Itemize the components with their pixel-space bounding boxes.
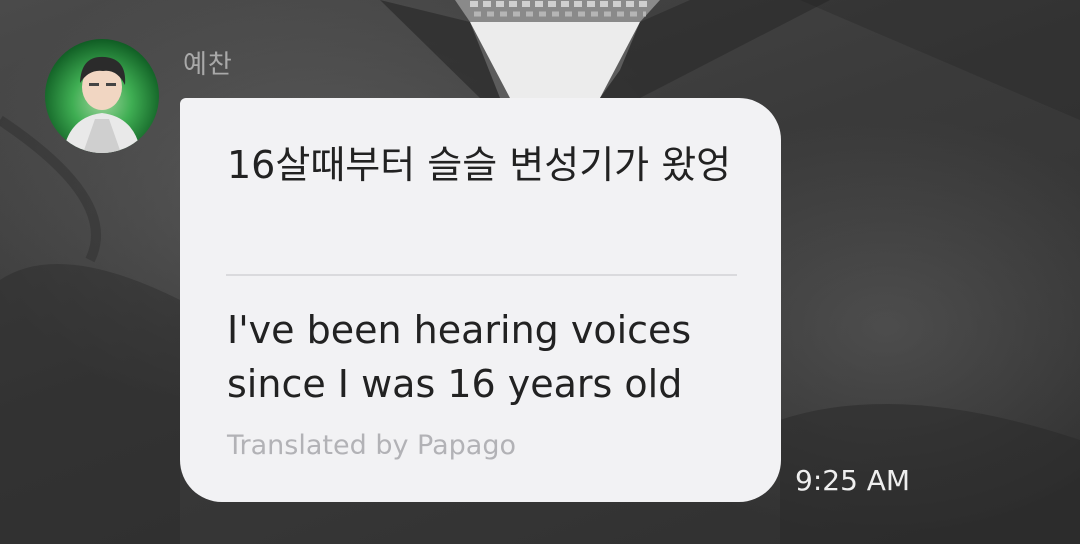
translation-divider [226, 274, 737, 276]
sender-name: 예찬 [183, 50, 233, 80]
sender-avatar[interactable] [45, 39, 159, 153]
message-timestamp: 9:25 AM [795, 464, 911, 497]
translation-credit: Translated by Papago [227, 430, 516, 461]
original-message-text: 16살때부터 슬슬 변성기가 왔엉 [227, 143, 732, 187]
avatar-photo-icon [63, 56, 141, 153]
translated-message-text: I've been hearing voices since I was 16 … [227, 308, 692, 406]
message-bubble[interactable]: 16살때부터 슬슬 변성기가 왔엉 I've been hearing voic… [180, 98, 781, 502]
